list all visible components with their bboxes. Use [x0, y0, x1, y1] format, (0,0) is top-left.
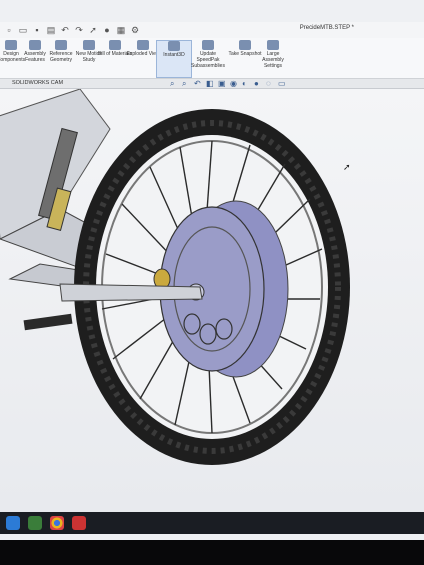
windows-taskbar [0, 512, 424, 534]
large-assembly-icon [267, 40, 279, 50]
apply-scene-icon[interactable]: ◌ [266, 80, 274, 88]
hide-show-items-icon[interactable]: ◐ [242, 80, 250, 88]
new-file-icon[interactable]: ▫ [4, 25, 14, 35]
view-orientation-icon[interactable]: ▣ [218, 80, 226, 88]
camera-icon [239, 40, 251, 50]
swingarm [59, 283, 203, 302]
bill-of-materials-icon [109, 40, 121, 50]
exploded-view-icon [137, 40, 149, 50]
exploded-view-button[interactable]: Exploded View [126, 40, 160, 76]
zoom-area-icon[interactable]: ⌕ [182, 80, 190, 88]
print-icon[interactable]: ▤ [46, 25, 56, 35]
solidworks-icon[interactable] [72, 516, 86, 530]
undo-icon[interactable]: ↶ [60, 25, 70, 35]
instant3d-button[interactable]: Instant3D [156, 40, 192, 78]
rebuild-icon[interactable]: ● [102, 25, 112, 35]
update-speedpak-button[interactable]: Update SpeedPak Subassemblies [188, 40, 228, 76]
open-file-icon[interactable]: ▭ [18, 25, 28, 35]
bike-wheel-model [0, 88, 350, 465]
design-components-icon [5, 40, 17, 50]
display-style-icon[interactable]: ◉ [230, 80, 238, 88]
chrome-icon[interactable] [50, 516, 64, 530]
title-bar: ▫ ▭ ▪ ▤ ↶ ↷ ➚ ● ▦ ⚙ PrecideMTB.STEP * [0, 22, 424, 39]
instant3d-label: Instant3D [163, 52, 185, 58]
large-assembly-settings-button[interactable]: Large Assembly Settings [256, 40, 290, 76]
tab-solidworks-cam[interactable]: SOLIDWORKS CAM [12, 80, 63, 86]
save-icon[interactable]: ▪ [32, 25, 42, 35]
graphics-area[interactable] [0, 88, 424, 513]
instant3d-icon [168, 41, 180, 51]
start-icon[interactable] [6, 516, 20, 530]
reference-geometry-icon [55, 40, 67, 50]
edit-appearance-icon[interactable]: ● [254, 80, 262, 88]
solidworks-window: ▫ ▭ ▪ ▤ ↶ ↷ ➚ ● ▦ ⚙ PrecideMTB.STEP * De… [0, 0, 424, 540]
select-icon[interactable]: ➚ [88, 25, 98, 35]
quick-access-toolbar: ▫ ▭ ▪ ▤ ↶ ↷ ➚ ● ▦ ⚙ [4, 25, 140, 35]
file-properties-icon[interactable]: ▦ [116, 25, 126, 35]
zoom-to-fit-icon[interactable]: ⌕ [170, 80, 178, 88]
update-speedpak-label: Update SpeedPak Subassemblies [191, 51, 225, 69]
heads-up-view-toolbar: ⌕ ⌕ ↶ ◧ ▣ ◉ ◐ ● ◌ ▭ [170, 80, 286, 88]
command-manager: Design Components Assembly Features Refe… [0, 38, 424, 79]
mouse-cursor-icon: ➚ [343, 162, 351, 172]
app-icon[interactable] [28, 516, 42, 530]
window-title: PrecideMTB.STEP * [299, 25, 354, 31]
speedpak-icon [202, 40, 214, 50]
assembly-features-icon [29, 40, 41, 50]
section-view-icon[interactable]: ◧ [206, 80, 214, 88]
redo-icon[interactable]: ↷ [74, 25, 84, 35]
view-settings-icon[interactable]: ▭ [278, 80, 286, 88]
previous-view-icon[interactable]: ↶ [194, 80, 202, 88]
motion-study-icon [83, 40, 95, 50]
monitor-bezel [0, 540, 424, 565]
exploded-view-label: Exploded View [126, 51, 160, 57]
large-assembly-settings-label: Large Assembly Settings [262, 51, 284, 69]
options-icon[interactable]: ⚙ [130, 25, 140, 35]
